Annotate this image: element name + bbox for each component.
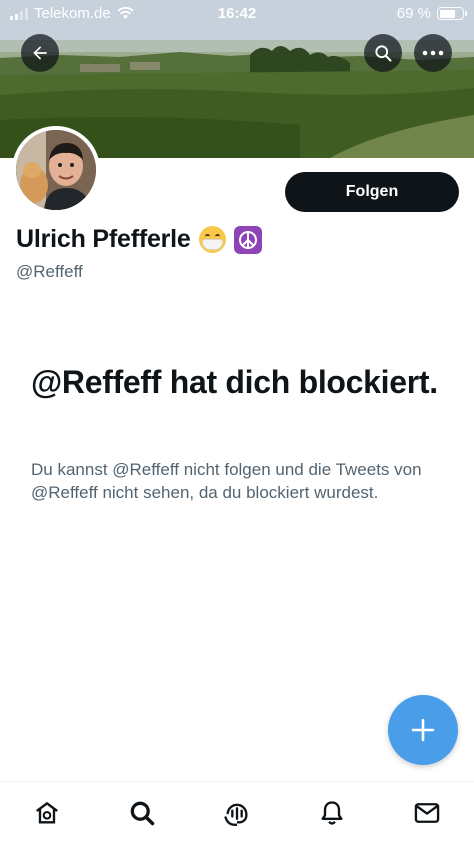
peace-symbol-icon [233, 225, 262, 254]
battery-percent: 69 % [396, 5, 431, 22]
face-with-medical-mask-icon [198, 226, 226, 253]
search-icon [130, 801, 155, 826]
bell-icon [321, 801, 343, 825]
profile-handle: @Reffeff [16, 262, 83, 281]
blocked-description: Du kannst @Reffeff nicht folgen und die … [31, 460, 422, 502]
more-options-button[interactable] [414, 34, 452, 72]
plus-icon [411, 718, 435, 742]
envelope-icon [414, 803, 439, 823]
more-horizontal-icon [422, 50, 444, 56]
back-button[interactable] [21, 34, 59, 72]
status-right: 69 % [396, 5, 467, 22]
nav-home[interactable] [17, 796, 77, 830]
compose-tweet-button[interactable] [388, 695, 458, 765]
home-icon [36, 801, 59, 824]
bottom-nav [0, 781, 474, 843]
search-icon [375, 45, 392, 62]
nav-search[interactable] [112, 796, 172, 830]
status-bar: Telekom.de 16:42 69 % [0, 0, 474, 28]
search-button[interactable] [364, 34, 402, 72]
battery-icon [437, 7, 467, 20]
avatar-photo [16, 130, 96, 210]
avatar[interactable] [12, 126, 100, 214]
nav-notifications[interactable] [302, 796, 362, 830]
arrow-left-icon [33, 46, 47, 60]
spaces-icon [224, 803, 248, 826]
follow-button[interactable]: Folgen [285, 172, 459, 212]
display-name: Ulrich Pfefferle [16, 225, 191, 253]
nav-messages[interactable] [397, 796, 457, 830]
nav-spaces[interactable] [207, 796, 267, 830]
profile-name-row: Ulrich Pfefferle [16, 225, 262, 254]
blocked-title: @Reffeff hat dich blockiert. [31, 364, 438, 400]
